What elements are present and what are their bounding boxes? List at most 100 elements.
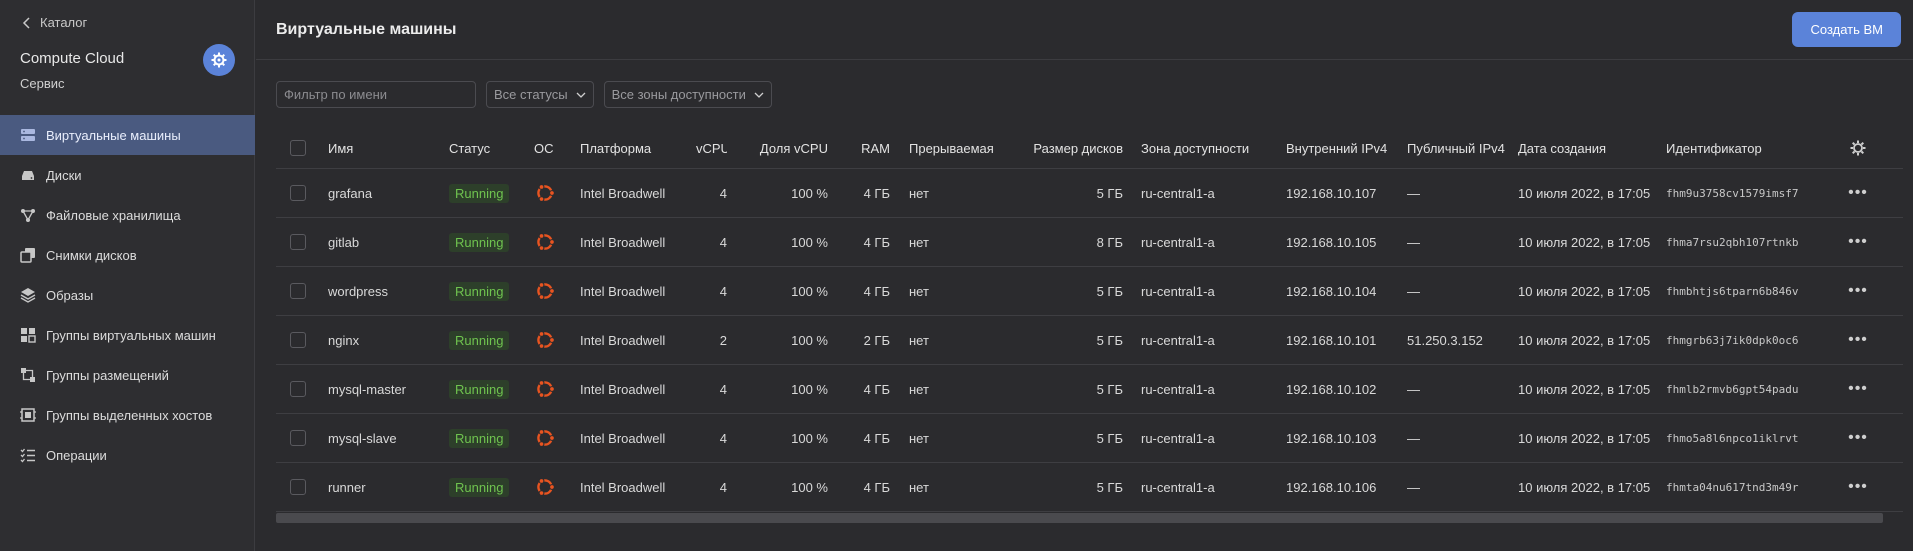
public-ip-cell: — bbox=[1407, 381, 1420, 397]
column-header-created[interactable]: Дата создания bbox=[1518, 141, 1666, 156]
disk-size-cell: 5 ГБ bbox=[1096, 332, 1123, 348]
row-checkbox[interactable] bbox=[290, 430, 306, 446]
ubuntu-icon bbox=[537, 184, 555, 202]
created-date-cell: 10 июля 2022, в 17:05 bbox=[1518, 479, 1651, 495]
row-checkbox[interactable] bbox=[290, 381, 306, 397]
service-settings-icon[interactable] bbox=[203, 44, 235, 76]
table-row[interactable]: wordpress Running Intel Broadwell 4 100 … bbox=[276, 267, 1903, 316]
gear-icon[interactable] bbox=[1850, 140, 1866, 156]
sidebar-item-operations[interactable]: Операции bbox=[0, 435, 255, 475]
placement-group-icon bbox=[20, 367, 36, 383]
vm-name[interactable]: runner bbox=[328, 480, 449, 495]
row-select-cell bbox=[276, 234, 328, 250]
name-filter-input[interactable] bbox=[276, 81, 476, 108]
status-cell: Running bbox=[449, 183, 534, 203]
sidebar-item-file-storages[interactable]: Файловые хранилища bbox=[0, 195, 255, 235]
vm-name[interactable]: mysql-slave bbox=[328, 431, 449, 446]
vm-name[interactable]: mysql-master bbox=[328, 382, 449, 397]
column-header-internal-ip[interactable]: Внутренний IPv4 bbox=[1265, 141, 1398, 156]
disk-size-cell: 8 ГБ bbox=[1096, 234, 1123, 250]
internal-ip-cell: 192.168.10.101 bbox=[1286, 332, 1377, 348]
sidebar-item-images[interactable]: Образы bbox=[0, 275, 255, 315]
status-cell: Running bbox=[449, 428, 534, 448]
zone-filter-value: Все зоны доступности bbox=[611, 87, 746, 102]
row-checkbox[interactable] bbox=[290, 185, 306, 201]
sidebar-item-label: Виртуальные машины bbox=[46, 127, 181, 143]
sidebar-item-label: Диски bbox=[46, 167, 82, 183]
dedicated-host-icon bbox=[20, 407, 36, 423]
table-row[interactable]: mysql-master Running Intel Broadwell 4 1… bbox=[276, 365, 1903, 414]
sidebar-item-virtual-machines[interactable]: Виртуальные машины bbox=[0, 115, 255, 155]
table-row[interactable]: runner Running Intel Broadwell 4 100 % 4… bbox=[276, 463, 1903, 512]
vcpu-cell: 4 bbox=[719, 479, 727, 495]
column-header-id[interactable]: Идентификатор bbox=[1666, 141, 1838, 156]
row-checkbox[interactable] bbox=[290, 234, 306, 250]
row-select-cell bbox=[276, 479, 328, 495]
os-cell bbox=[534, 476, 580, 498]
column-header-name[interactable]: Имя bbox=[328, 141, 449, 156]
vm-name[interactable]: wordpress bbox=[328, 284, 449, 299]
ram-cell: 4 ГБ bbox=[863, 381, 890, 397]
status-badge: Running bbox=[449, 232, 510, 252]
column-header-disk-size[interactable]: Размер дисков bbox=[1023, 141, 1123, 156]
chevron-down-icon bbox=[576, 92, 586, 98]
create-vm-button[interactable]: Создать ВМ bbox=[1792, 12, 1901, 47]
ram-cell: 4 ГБ bbox=[863, 479, 890, 495]
status-filter-select[interactable]: Все статусы bbox=[486, 81, 594, 108]
more-actions-icon[interactable]: ••• bbox=[1848, 234, 1868, 250]
sidebar-item-dedicated-host-groups[interactable]: Группы выделенных хостов bbox=[0, 395, 255, 435]
column-header-platform[interactable]: Платформа bbox=[580, 141, 696, 156]
public-ip-cell: — bbox=[1407, 283, 1420, 299]
horizontal-scrollbar[interactable] bbox=[276, 513, 1883, 523]
table-row[interactable]: nginx Running Intel Broadwell 2 100 % 2 … bbox=[276, 316, 1903, 365]
vm-name[interactable]: nginx bbox=[328, 333, 449, 348]
sidebar-item-label: Группы виртуальных машин bbox=[46, 327, 216, 343]
sidebar-item-placement-groups[interactable]: Группы размещений bbox=[0, 355, 255, 395]
platform-cell: Intel Broadwell bbox=[580, 381, 666, 397]
page-title: Виртуальные машины bbox=[276, 20, 457, 38]
select-all-checkbox[interactable] bbox=[290, 140, 306, 156]
disk-size-cell: 5 ГБ bbox=[1096, 430, 1123, 446]
more-actions-icon[interactable]: ••• bbox=[1848, 185, 1868, 201]
column-header-ram[interactable]: RAM bbox=[828, 141, 890, 156]
platform-cell: Intel Broadwell bbox=[580, 283, 666, 299]
column-header-zone[interactable]: Зона доступности bbox=[1123, 141, 1265, 156]
platform-cell: Intel Broadwell bbox=[580, 479, 666, 495]
vm-id-cell: fhma7rsu2qbh107rtnkb bbox=[1666, 235, 1799, 249]
internal-ip-cell: 192.168.10.107 bbox=[1286, 185, 1377, 201]
public-ip-cell: — bbox=[1407, 479, 1420, 495]
platform-cell: Intel Broadwell bbox=[580, 185, 666, 201]
vm-name[interactable]: gitlab bbox=[328, 235, 449, 250]
sidebar-item-instance-groups[interactable]: Группы виртуальных машин bbox=[0, 315, 255, 355]
table-row[interactable]: gitlab Running Intel Broadwell 4 100 % 4… bbox=[276, 218, 1903, 267]
vm-id-cell: fhmo5a8l6npco1iklrvt bbox=[1666, 431, 1799, 445]
table-row[interactable]: grafana Running Intel Broadwell 4 100 % … bbox=[276, 169, 1903, 218]
more-actions-icon[interactable]: ••• bbox=[1848, 332, 1868, 348]
vcpu-share-cell: 100 % bbox=[791, 430, 828, 446]
vm-name[interactable]: grafana bbox=[328, 186, 449, 201]
more-actions-icon[interactable]: ••• bbox=[1848, 430, 1868, 446]
sidebar-item-disks[interactable]: Диски bbox=[0, 155, 255, 195]
more-actions-icon[interactable]: ••• bbox=[1848, 479, 1868, 495]
internal-ip-cell: 192.168.10.102 bbox=[1286, 381, 1377, 397]
back-to-catalog-link[interactable]: Каталог bbox=[22, 15, 87, 30]
column-header-public-ip[interactable]: Публичный IPv4 bbox=[1398, 141, 1518, 156]
table-row[interactable]: mysql-slave Running Intel Broadwell 4 10… bbox=[276, 414, 1903, 463]
more-actions-icon[interactable]: ••• bbox=[1848, 283, 1868, 299]
ram-cell: 4 ГБ bbox=[863, 430, 890, 446]
public-ip-cell: — bbox=[1407, 234, 1420, 250]
zone-filter-select[interactable]: Все зоны доступности bbox=[603, 81, 772, 108]
column-header-status[interactable]: Статус bbox=[449, 141, 534, 156]
preemptible-cell: нет bbox=[909, 332, 929, 348]
preemptible-cell: нет bbox=[909, 479, 929, 495]
more-actions-icon[interactable]: ••• bbox=[1848, 381, 1868, 397]
column-header-vcpu[interactable]: vCPU bbox=[696, 141, 727, 156]
select-all-cell bbox=[276, 140, 328, 156]
sidebar-item-disk-snapshots[interactable]: Снимки дисков bbox=[0, 235, 255, 275]
row-checkbox[interactable] bbox=[290, 283, 306, 299]
row-checkbox[interactable] bbox=[290, 332, 306, 348]
column-header-os[interactable]: ОС bbox=[534, 141, 580, 156]
column-header-preemptible[interactable]: Прерываемая bbox=[890, 141, 1023, 156]
row-checkbox[interactable] bbox=[290, 479, 306, 495]
column-header-vcpu-share[interactable]: Доля vCPU bbox=[727, 141, 828, 156]
